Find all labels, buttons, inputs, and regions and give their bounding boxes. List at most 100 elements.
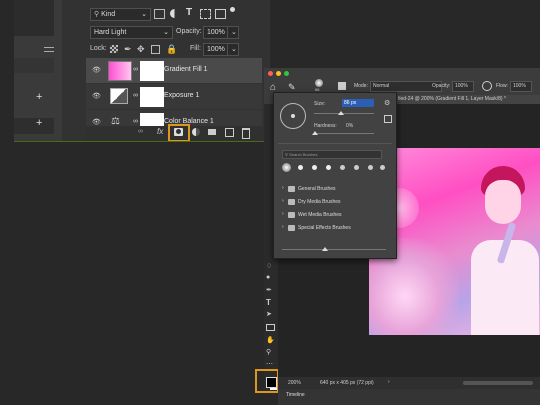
trash-icon[interactable] xyxy=(242,128,250,139)
new-group-icon[interactable] xyxy=(208,129,216,135)
brush-angle-widget[interactable] xyxy=(280,103,306,129)
minimize-window-icon[interactable] xyxy=(276,71,281,76)
folder-wet-media-brushes[interactable]: › Wet Media Brushes xyxy=(282,211,342,221)
recent-brush-soft[interactable] xyxy=(368,165,373,170)
lock-position-icon[interactable]: ✥ xyxy=(137,44,145,55)
recent-brush-hard[interactable] xyxy=(326,165,331,170)
panel-divider xyxy=(14,141,264,142)
recent-brush-soft[interactable] xyxy=(354,165,359,170)
search-icon: ⚲ xyxy=(285,152,288,157)
filter-type-icon[interactable]: T xyxy=(186,7,192,18)
adjustment-layer-icon[interactable] xyxy=(192,128,200,136)
pressure-opacity-icon[interactable] xyxy=(482,81,492,91)
lock-all-icon[interactable]: 🔒 xyxy=(166,44,177,55)
recent-brush-soft[interactable] xyxy=(340,165,345,170)
folder-special-effects-brushes[interactable]: › Special Effects Brushes xyxy=(282,224,351,234)
layer-row-gradient-fill[interactable]: 👁 ∞ Gradient Fill 1 xyxy=(86,58,262,83)
visibility-eye-icon[interactable]: 👁 xyxy=(92,118,101,126)
link-icon: ∞ xyxy=(133,66,138,73)
layer-mask-thumbnail[interactable] xyxy=(140,87,164,107)
opacity-field[interactable]: 100% xyxy=(203,26,229,39)
status-menu-arrow-icon[interactable]: › xyxy=(388,379,390,385)
path-selection-tool-icon[interactable]: ➤ xyxy=(266,310,276,322)
type-tool-icon[interactable]: T xyxy=(266,298,276,310)
chevron-right-icon: › xyxy=(282,185,284,191)
chevron-down-icon: ⌄ xyxy=(163,29,169,36)
fx-button[interactable]: fx xyxy=(157,127,163,136)
folder-icon xyxy=(288,186,295,192)
recent-brush-hard[interactable] xyxy=(312,165,317,170)
status-bar: 200% 640 px x 405 px (72 ppi) › xyxy=(278,377,540,389)
folder-general-brushes[interactable]: › General Brushes xyxy=(282,185,336,195)
add-icon[interactable]: + xyxy=(36,91,42,103)
lock-label: Lock: xyxy=(90,45,107,52)
hardness-value[interactable]: 0% xyxy=(346,123,353,129)
document-tab[interactable]: tled-24 @ 200% (Gradient Fill 1, Layer M… xyxy=(396,95,540,104)
recent-brush-soft[interactable] xyxy=(282,163,291,172)
horizontal-scrollbar[interactable] xyxy=(463,381,533,385)
rectangle-tool-icon[interactable] xyxy=(266,324,276,336)
zoom-window-icon[interactable] xyxy=(284,71,289,76)
opacity-label: Opacity: xyxy=(176,28,202,35)
opacity-label: Opacity: xyxy=(432,83,451,89)
hand-tool-icon[interactable]: ✋ xyxy=(266,336,276,348)
add-icon[interactable]: + xyxy=(36,117,42,129)
chevron-down-icon: ⌄ xyxy=(231,29,237,36)
filter-pixel-icon[interactable] xyxy=(154,9,165,19)
layer-filter-kind[interactable]: ⚲ Kind ⌄ xyxy=(90,8,151,21)
paint-bucket-tool-icon[interactable]: ♢ xyxy=(266,262,276,274)
preview-size-slider[interactable] xyxy=(282,247,386,251)
chevron-down-icon: ⌄ xyxy=(231,46,237,53)
dodge-tool-icon[interactable]: ● xyxy=(266,274,276,286)
opacity-dropdown[interactable]: ⌄ xyxy=(227,26,239,39)
fill-field[interactable]: 100% xyxy=(203,43,229,56)
timeline-panel-tab[interactable]: Timeline xyxy=(278,389,540,405)
blend-mode-select[interactable]: Hard Light ⌄ xyxy=(90,26,173,39)
lock-transparent-icon[interactable] xyxy=(110,45,118,53)
recent-brush-soft[interactable] xyxy=(380,165,385,170)
link-icon: ∞ xyxy=(133,118,138,125)
new-layer-icon[interactable] xyxy=(225,128,234,137)
filter-smart-object-icon[interactable] xyxy=(215,9,226,19)
folder-dry-media-brushes[interactable]: › Dry Media Brushes xyxy=(282,198,341,208)
new-preset-icon[interactable] xyxy=(384,115,392,123)
layer-row-exposure[interactable]: 👁 ∞ Exposure 1 xyxy=(86,84,262,109)
filter-shape-icon[interactable] xyxy=(200,9,211,19)
layer-name: Gradient Fill 1 xyxy=(164,66,208,73)
opacity-field[interactable]: 100% xyxy=(452,81,474,92)
folder-icon xyxy=(288,225,295,231)
exposure-icon xyxy=(110,88,128,104)
gradient-thumbnail xyxy=(108,61,132,81)
size-field[interactable]: 86 px xyxy=(342,99,374,107)
brush-settings-icon[interactable] xyxy=(338,82,346,90)
brush-folder-list: › General Brushes › Dry Media Brushes › … xyxy=(274,181,396,237)
chevron-right-icon: › xyxy=(282,211,284,217)
layer-mask-thumbnail[interactable] xyxy=(140,61,164,81)
brush-search-input[interactable]: ⚲ Search Brushes xyxy=(282,150,382,159)
flow-label: Flow: xyxy=(496,83,508,89)
foreground-color-swatch-front xyxy=(266,377,277,388)
size-slider[interactable] xyxy=(314,111,374,115)
recent-brush-hard[interactable] xyxy=(298,165,303,170)
chevron-right-icon: › xyxy=(282,198,284,204)
search-icon: ⚲ xyxy=(94,11,100,18)
filter-toggle-icon[interactable] xyxy=(230,7,235,12)
visibility-eye-icon[interactable]: 👁 xyxy=(92,66,101,74)
lock-pixels-icon[interactable]: ✒ xyxy=(124,44,132,55)
panel-menu-icon[interactable] xyxy=(44,47,54,52)
person-figure xyxy=(467,158,539,335)
lock-artboard-icon[interactable] xyxy=(151,45,160,54)
close-window-icon[interactable] xyxy=(268,71,273,76)
fill-label: Fill: xyxy=(190,45,201,52)
flow-field[interactable]: 100% xyxy=(510,81,532,92)
hardness-slider[interactable] xyxy=(312,131,374,135)
pen-tool-icon[interactable]: ✒ xyxy=(266,286,276,298)
link-layers-icon[interactable]: ∞ xyxy=(138,128,143,135)
chevron-right-icon: › xyxy=(282,224,284,230)
panel-gear-icon[interactable]: ⚙ xyxy=(384,99,390,107)
filter-adjustment-icon[interactable] xyxy=(170,9,179,18)
visibility-eye-icon[interactable]: 👁 xyxy=(92,92,101,100)
zoom-level[interactable]: 200% xyxy=(288,380,301,386)
zoom-tool-icon[interactable]: ⚲ xyxy=(266,348,276,360)
fill-dropdown[interactable]: ⌄ xyxy=(227,43,239,56)
